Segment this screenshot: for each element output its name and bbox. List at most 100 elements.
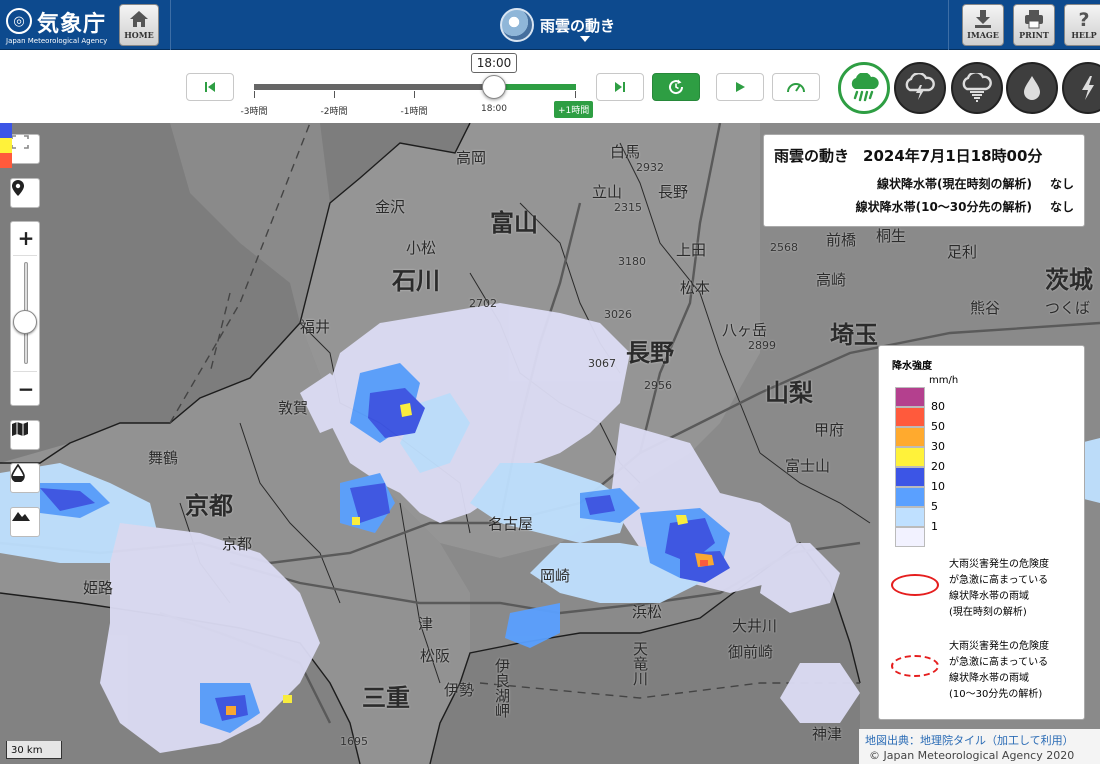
city-label: 八ヶ岳: [722, 321, 768, 339]
slider-tick: [334, 91, 335, 98]
print-button[interactable]: PRINT: [1013, 4, 1055, 46]
layer-lightning-button[interactable]: [1062, 62, 1100, 114]
city-label: 舞鶴: [148, 449, 179, 467]
product-title: 雨雲の動き: [540, 17, 616, 35]
elevation-label: 2932: [636, 161, 664, 174]
time-slider[interactable]: 18:00 -3時間 -2時間 -1時間 18:00 +1時間: [241, 51, 594, 121]
header-divider: [948, 0, 949, 50]
city-label: 姫路: [83, 579, 114, 597]
info-title: 雨雲の動き 2024年7月1日18時00分: [774, 145, 1074, 166]
map-view[interactable]: 富山 石川 長野 山梨 埼玉 京都 三重 茨城 高岡 白馬 金沢 立山 長野 小…: [0, 123, 1100, 764]
elevation-label: 2568: [770, 241, 798, 254]
city-label: 浜松: [632, 603, 663, 621]
legend-level-label: 10: [931, 480, 945, 493]
tick-label: -3時間: [240, 107, 268, 117]
play-button[interactable]: [716, 73, 764, 101]
slider-past-fill: [254, 84, 494, 90]
city-label: 高岡: [456, 149, 487, 167]
city-label: 京都: [222, 535, 253, 553]
latest-button[interactable]: [652, 73, 700, 101]
info-row-value: なし: [1049, 200, 1074, 214]
future-tick-label: +1時間: [554, 101, 594, 118]
zoom-divider: [13, 371, 37, 372]
elevation-label: 2315: [614, 201, 642, 214]
legend-swatch: [895, 387, 925, 407]
layer-heavy-rain-button[interactable]: [1006, 62, 1058, 114]
legend-swatch: [895, 427, 925, 447]
legend-swatch: [895, 407, 925, 427]
city-label: 上田: [676, 241, 707, 259]
current-time-bubble: 18:00: [471, 53, 517, 73]
drop-icon: [11, 464, 25, 482]
elevation-label: 2702: [469, 297, 497, 310]
zoom-control[interactable]: + −: [10, 221, 40, 406]
layer-rain-button[interactable]: [838, 62, 890, 114]
zoom-in-button[interactable]: +: [11, 226, 41, 250]
mini-legend-icon: [0, 123, 12, 168]
prefecture-label: 富山: [490, 209, 538, 237]
info-row-value: なし: [1049, 177, 1074, 191]
legend-level-label: 5: [931, 500, 938, 513]
overlay-toggle-button[interactable]: [10, 463, 40, 493]
city-label: 桐生: [876, 227, 907, 245]
city-label: 松阪: [420, 647, 451, 665]
current-band-ring-icon: [891, 574, 939, 596]
city-label: 天竜川: [631, 641, 649, 686]
legend-level-label: 20: [931, 460, 945, 473]
home-button[interactable]: HOME: [119, 4, 159, 46]
current-location-button[interactable]: [10, 178, 40, 208]
map-style-button[interactable]: [10, 420, 40, 450]
city-label: 甲府: [814, 421, 845, 439]
speed-button[interactable]: [772, 73, 820, 101]
legend-note-line: が急激に高まっている: [949, 575, 1049, 586]
terrain-button[interactable]: [10, 507, 40, 537]
tile-source-link[interactable]: 地図出典：地理院タイル（加工して利用）: [865, 732, 1074, 748]
zoom-out-button[interactable]: −: [11, 377, 41, 401]
legend-note-current: 大雨災害発生の危険度 が急激に高まっている 線状降水帯の雨域 (現在時刻の解析): [949, 557, 1049, 621]
city-label: 名古屋: [488, 515, 534, 533]
download-icon: [975, 10, 991, 28]
zoom-divider: [13, 255, 37, 256]
legend-level-label: 1: [931, 520, 938, 533]
chevron-down-icon: [580, 36, 590, 42]
skip-back-icon: [205, 82, 215, 92]
app-header: ◎ 気象庁 Japan Meteorological Agency HOME 雨…: [0, 0, 1100, 50]
slider-tick: [414, 91, 415, 98]
prefecture-label: 石川: [392, 267, 440, 295]
map-scale-bar: 30 km: [6, 741, 62, 759]
layer-tornado-button[interactable]: [951, 62, 1003, 114]
help-button[interactable]: ? HELP: [1064, 4, 1100, 46]
prefecture-label: 京都: [185, 492, 233, 520]
info-product-name: 雨雲の動き: [774, 147, 850, 165]
layer-thunder-button[interactable]: [894, 62, 946, 114]
header-divider: [170, 0, 171, 50]
city-label: 小松: [406, 239, 437, 257]
time-control-bar: 18:00 -3時間 -2時間 -1時間 18:00 +1時間: [0, 51, 1100, 123]
legend-note-future: 大雨災害発生の危険度 が急激に高まっている 線状降水帯の雨域 (10〜30分先の…: [949, 639, 1049, 703]
jma-logo-english: Japan Meteorological Agency: [6, 37, 108, 45]
printer-icon: [1025, 10, 1043, 29]
rain-cloud-product-icon: [500, 8, 534, 42]
fullscreen-button[interactable]: [10, 134, 40, 164]
legend-swatch: [895, 487, 925, 507]
jma-logo[interactable]: ◎ 気象庁 Japan Meteorological Agency: [0, 0, 112, 50]
map-pin-icon: [12, 180, 24, 196]
zoom-slider-thumb[interactable]: [13, 310, 37, 334]
house-icon: [130, 11, 148, 27]
thundercloud-icon: [905, 73, 935, 100]
city-label: 伊勢: [444, 681, 475, 699]
fullscreen-icon: [11, 135, 29, 149]
slider-tick: [575, 91, 576, 98]
slider-thumb[interactable]: [482, 75, 506, 99]
precipitation-legend: 降水強度 mm/h 80 50 30 20 10 5 1 大雨災害発生の危険度 が急激に高ま…: [878, 345, 1085, 720]
slider-future-fill: [494, 84, 576, 90]
city-label: 大井川: [732, 617, 778, 635]
skip-to-first-button[interactable]: [186, 73, 234, 101]
legend-swatch: [895, 467, 925, 487]
image-download-button[interactable]: IMAGE: [962, 4, 1004, 46]
legend-swatch: [895, 527, 925, 547]
copyright-text: © Japan Meteorological Agency 2020: [869, 749, 1075, 762]
legend-note-line: (10〜30分先の解析): [949, 689, 1043, 700]
lightning-bolt-icon: [1082, 76, 1094, 100]
skip-to-last-button[interactable]: [596, 73, 644, 101]
